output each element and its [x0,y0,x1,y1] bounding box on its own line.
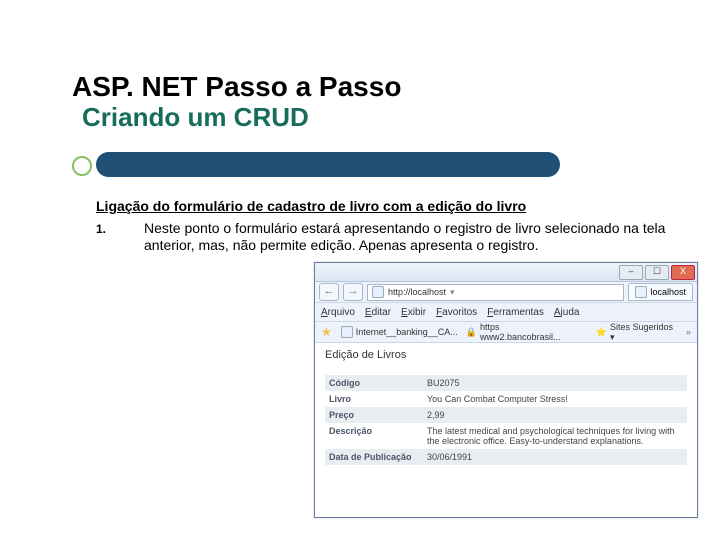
list-text: Neste ponto o formulário estará apresent… [144,220,676,255]
favorites-item-2[interactable]: 🔒 https www2.bancobrasil... [466,322,580,342]
divider-bar [96,152,560,177]
table-row: Livro You Can Combat Computer Stress! [325,391,687,407]
menu-favoritos[interactable]: Favoritos [436,307,477,318]
row-label: Descrição [325,423,423,449]
favorites-item-1-label: Internet__banking__CA... [356,327,458,337]
favorites-item-1-icon [341,326,353,338]
row-value: You Can Combat Computer Stress! [423,391,687,407]
table-row: Código BU2075 [325,375,687,391]
star-icon: ⭐ [596,327,607,338]
page-title: Edição de Livros [325,349,687,365]
row-label: Código [325,375,423,391]
favorites-expand-icon[interactable]: » [686,327,691,337]
row-label: Livro [325,391,423,407]
menu-ferramentas[interactable]: Ferramentas [487,307,544,318]
body-heading: Ligação do formulário de cadastro de liv… [96,198,676,216]
tab-favicon-icon [635,286,647,298]
table-row: Descrição The latest medical and psychol… [325,423,687,449]
row-value: The latest medical and psychological tec… [423,423,687,449]
window-titlebar: – ☐ X [315,263,697,282]
form-table: Código BU2075 Livro You Can Combat Compu… [325,375,687,465]
favorites-star-icon[interactable]: ★ [321,326,333,338]
window-maximize-button[interactable]: ☐ [645,265,669,280]
lock-icon: 🔒 [466,327,477,338]
title-block: ASP. NET Passo a Passo Criando um CRUD [72,72,632,131]
address-bar[interactable]: http://localhost ▾ [367,284,624,301]
nav-back-button[interactable]: ← [319,283,339,301]
title-main: ASP. NET Passo a Passo [72,72,632,103]
bullet-dot [72,156,92,176]
nav-forward-button[interactable]: → [343,283,363,301]
row-value: 30/06/1991 [423,449,687,465]
favorites-bar: ★ Internet__banking__CA... 🔒 https www2.… [315,322,697,343]
title-sub: Criando um CRUD [82,103,632,132]
list-number: 1. [96,220,144,255]
menu-bar: Arquivo Editar Exibir Favoritos Ferramen… [315,303,697,322]
address-text: http://localhost [388,287,446,297]
window-close-button[interactable]: X [671,265,695,280]
menu-arquivo[interactable]: Arquivo [321,307,355,318]
table-row: Preço 2,99 [325,407,687,423]
row-label: Preço [325,407,423,423]
favorites-item-1[interactable]: Internet__banking__CA... [341,326,458,338]
row-value: BU2075 [423,375,687,391]
browser-tab[interactable]: localhost [628,283,693,301]
browser-window: – ☐ X ← → http://localhost ▾ localhost A… [314,262,698,518]
row-value: 2,99 [423,407,687,423]
favorites-suggested[interactable]: ⭐ Sites Sugeridos ▾ [596,322,678,343]
slide: ASP. NET Passo a Passo Criando um CRUD L… [0,0,720,540]
body-block: Ligação do formulário de cadastro de liv… [96,198,676,255]
favorites-item-2-label: https www2.bancobrasil... [480,322,580,342]
table-row: Data de Publicação 30/06/1991 [325,449,687,465]
menu-editar[interactable]: Editar [365,307,391,318]
menu-exibir[interactable]: Exibir [401,307,426,318]
address-favicon-icon [372,286,384,298]
tab-label: localhost [650,287,686,297]
page-content: Edição de Livros Código BU2075 Livro You… [315,343,697,517]
menu-ajuda[interactable]: Ajuda [554,307,580,318]
window-minimize-button[interactable]: – [619,265,643,280]
address-row: ← → http://localhost ▾ localhost [315,282,697,303]
favorites-suggested-label: Sites Sugeridos ▾ [610,322,678,343]
list-row: 1. Neste ponto o formulário estará apres… [96,220,676,255]
row-label: Data de Publicação [325,449,423,465]
